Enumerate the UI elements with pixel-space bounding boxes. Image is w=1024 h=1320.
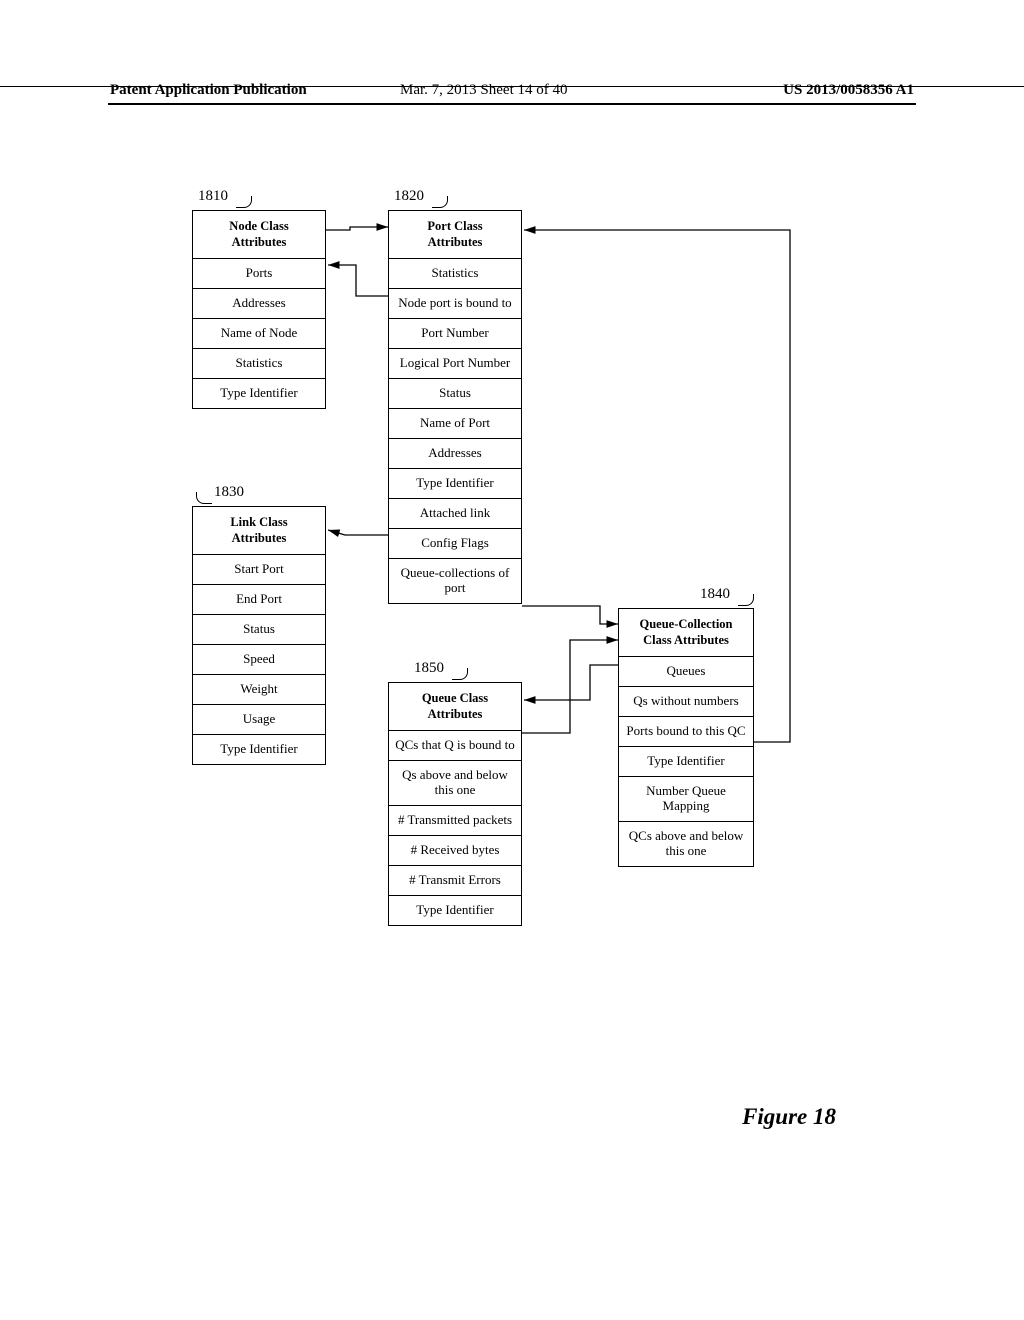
port-row: Status	[389, 379, 521, 409]
qc-row: Type Identifier	[619, 747, 753, 777]
header-right: US 2013/0058356 A1	[783, 82, 914, 99]
link-class-title: Link ClassAttributes	[193, 507, 325, 555]
link-row: Status	[193, 615, 325, 645]
port-row: Queue-collections of port	[389, 559, 521, 603]
qc-class-title: Queue-CollectionClass Attributes	[619, 609, 753, 657]
port-class-title: Port ClassAttributes	[389, 211, 521, 259]
port-row: Name of Port	[389, 409, 521, 439]
ref-1810: 1810	[198, 188, 228, 205]
queue-class-title: Queue ClassAttributes	[389, 683, 521, 731]
ref-hook-1810	[236, 196, 252, 208]
link-row: Type Identifier	[193, 735, 325, 764]
port-row: Port Number	[389, 319, 521, 349]
node-class-box: Node ClassAttributes Ports Addresses Nam…	[192, 210, 326, 409]
figure-caption: Figure 18	[742, 1104, 836, 1130]
node-row: Ports	[193, 259, 325, 289]
port-row: Addresses	[389, 439, 521, 469]
ref-hook-1830	[196, 492, 212, 504]
queue-row: # Received bytes	[389, 836, 521, 866]
queue-row: Qs above and below this one	[389, 761, 521, 806]
queue-class-box: Queue ClassAttributes QCs that Q is boun…	[388, 682, 522, 926]
diagram-canvas: 1810 Node ClassAttributes Ports Addresse…	[0, 170, 1024, 1120]
port-row: Node port is bound to	[389, 289, 521, 319]
header-center: Mar. 7, 2013 Sheet 14 of 40	[400, 82, 567, 99]
qc-row: Qs without numbers	[619, 687, 753, 717]
page-header: Patent Application Publication Mar. 7, 2…	[0, 82, 1024, 87]
qc-row: Number Queue Mapping	[619, 777, 753, 822]
port-class-box: Port ClassAttributes Statistics Node por…	[388, 210, 522, 604]
node-row: Type Identifier	[193, 379, 325, 408]
node-class-title: Node ClassAttributes	[193, 211, 325, 259]
link-row: Speed	[193, 645, 325, 675]
qc-row: Ports bound to this QC	[619, 717, 753, 747]
port-row: Statistics	[389, 259, 521, 289]
queue-row: QCs that Q is bound to	[389, 731, 521, 761]
port-row: Attached link	[389, 499, 521, 529]
ref-1840: 1840	[700, 586, 730, 603]
header-rule	[108, 103, 916, 105]
node-row: Addresses	[193, 289, 325, 319]
link-class-box: Link ClassAttributes Start Port End Port…	[192, 506, 326, 765]
header-left: Patent Application Publication	[110, 82, 307, 99]
qc-class-box: Queue-CollectionClass Attributes Queues …	[618, 608, 754, 867]
link-row: Start Port	[193, 555, 325, 585]
ref-hook-1820	[432, 196, 448, 208]
link-row: End Port	[193, 585, 325, 615]
link-row: Weight	[193, 675, 325, 705]
ref-1850: 1850	[414, 660, 444, 677]
port-row: Logical Port Number	[389, 349, 521, 379]
queue-row: # Transmit Errors	[389, 866, 521, 896]
ref-hook-1850	[452, 668, 468, 680]
node-row: Name of Node	[193, 319, 325, 349]
link-row: Usage	[193, 705, 325, 735]
queue-row: Type Identifier	[389, 896, 521, 925]
port-row: Type Identifier	[389, 469, 521, 499]
node-row: Statistics	[193, 349, 325, 379]
qc-row: QCs above and below this one	[619, 822, 753, 866]
ref-1820: 1820	[394, 188, 424, 205]
ref-1830: 1830	[214, 484, 244, 501]
port-row: Config Flags	[389, 529, 521, 559]
ref-hook-1840	[738, 594, 754, 606]
qc-row: Queues	[619, 657, 753, 687]
queue-row: # Transmitted packets	[389, 806, 521, 836]
